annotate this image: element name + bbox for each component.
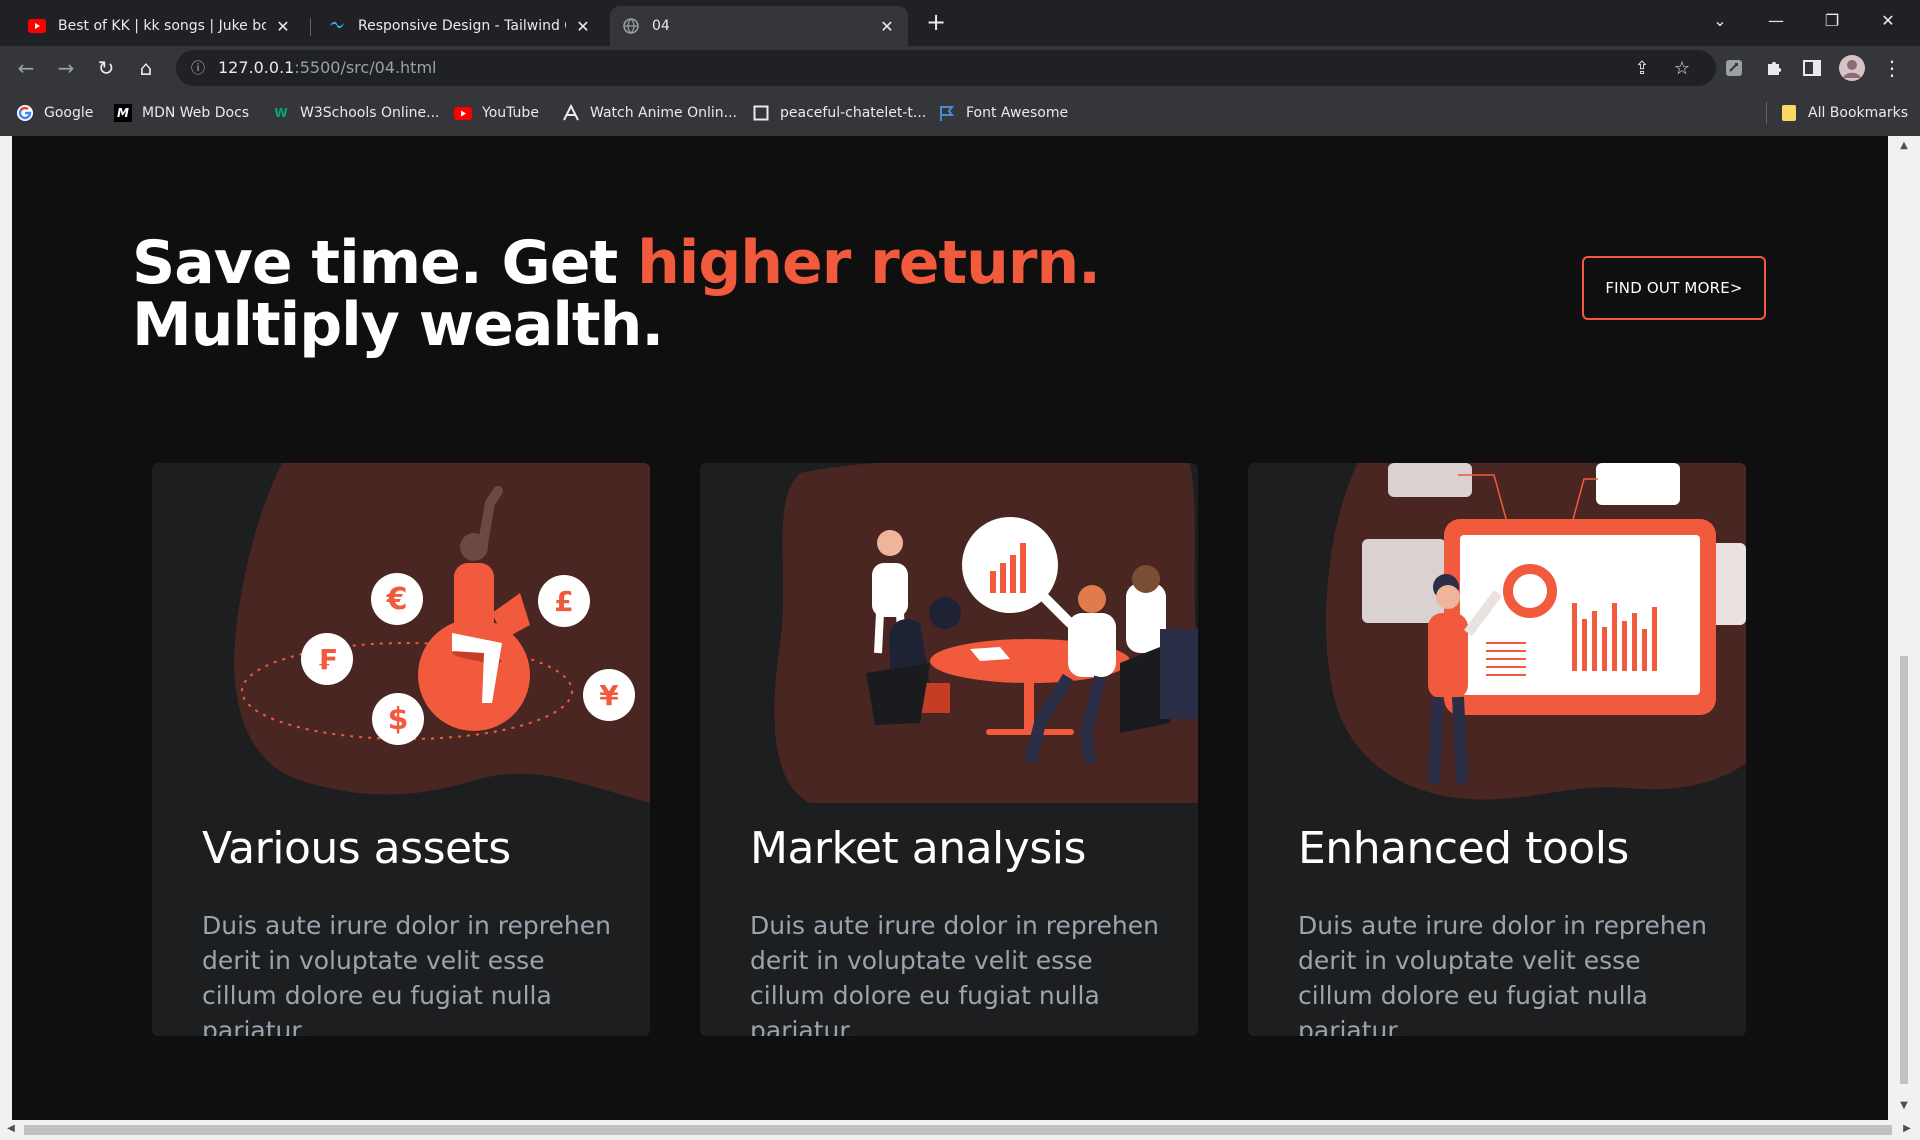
tab-active[interactable]: 04 ✕	[610, 6, 908, 46]
all-bookmarks[interactable]: All Bookmarks	[1780, 102, 1908, 124]
home-icon[interactable]: ⌂	[130, 52, 162, 84]
restore-icon[interactable]: ❐	[1804, 0, 1860, 40]
bookmark-font-awesome[interactable]: Font Awesome	[938, 102, 1068, 124]
scroll-thumb[interactable]	[24, 1125, 1892, 1135]
scroll-left-icon[interactable]: ◀	[4, 1123, 18, 1137]
forward-icon[interactable]: →	[50, 52, 82, 84]
bookmarks-bar: Google M MDN Web Docs W W3Schools Online…	[0, 90, 1920, 137]
bookmark-google[interactable]: Google	[16, 102, 93, 124]
card-enhanced-tools: Enhanced tools Duis aute irure dolor in …	[1248, 463, 1746, 1036]
minimize-icon[interactable]: —	[1748, 0, 1804, 40]
back-icon[interactable]: ←	[10, 52, 42, 84]
tailwind-icon	[328, 17, 346, 35]
reload-icon[interactable]: ↻	[90, 52, 122, 84]
vertical-scrollbar[interactable]: ▲ ▼	[1888, 136, 1920, 1120]
extension-icon[interactable]	[1718, 52, 1750, 84]
bookmark-anime[interactable]: Watch Anime Onlin...	[562, 102, 737, 124]
horizontal-scrollbar[interactable]: ◀ ▶	[0, 1120, 1920, 1140]
folder-icon	[1780, 104, 1798, 122]
svg-text:€: €	[386, 582, 408, 617]
close-icon[interactable]: ✕	[274, 17, 292, 36]
card-text: Duis aute irure dolor in reprehen derit …	[750, 911, 1159, 1036]
browser-toolbar: ← → ↻ ⌂ ⓘ 127.0.0.1:5500/src/04.html ⇪ ☆…	[0, 46, 1920, 90]
info-icon[interactable]: ⓘ	[188, 58, 208, 78]
youtube-icon	[454, 104, 472, 122]
url-text[interactable]: 127.0.0.1:5500/src/04.html	[218, 58, 436, 77]
anime-icon	[562, 104, 580, 122]
youtube-icon	[28, 17, 46, 35]
scroll-up-icon[interactable]: ▲	[1896, 140, 1912, 156]
card-title: Various assets	[202, 823, 511, 874]
card-text: Duis aute irure dolor in reprehen derit …	[1298, 911, 1707, 1036]
google-icon	[16, 104, 34, 122]
tab-divider	[310, 18, 311, 36]
globe-icon	[622, 17, 640, 35]
close-icon[interactable]: ✕	[574, 17, 592, 36]
puzzle-icon[interactable]	[1758, 52, 1790, 84]
card-various-assets: € £ ₣ $ ¥ Various assets Duis aute irure…	[152, 463, 650, 1036]
flag-icon	[938, 104, 956, 122]
avatar[interactable]	[1836, 52, 1868, 84]
svg-text:₣: ₣	[317, 643, 336, 676]
new-tab-button[interactable]: +	[920, 6, 952, 38]
tab-strip: Best of KK | kk songs | Juke box | ✕ Res…	[0, 0, 1920, 46]
tools-illustration	[1326, 463, 1746, 800]
svg-text:¥: ¥	[599, 679, 619, 712]
bookmark-mdn[interactable]: M MDN Web Docs	[114, 102, 249, 124]
page-viewport: Save time. Get higher return. Multiply w…	[12, 136, 1888, 1120]
find-out-more-button[interactable]: FIND OUT MORE>	[1582, 256, 1766, 320]
tab-search-icon[interactable]: ⌄	[1692, 0, 1748, 40]
card-title: Enhanced tools	[1298, 823, 1629, 874]
tab-title: 04	[652, 18, 670, 34]
card-text: Duis aute irure dolor in reprehen derit …	[202, 911, 611, 1036]
mdn-icon: M	[114, 104, 132, 122]
card-market-analysis: Market analysis Duis aute irure dolor in…	[700, 463, 1198, 1036]
scroll-right-icon[interactable]: ▶	[1900, 1123, 1914, 1137]
assets-illustration: € £ ₣ $ ¥	[234, 463, 650, 803]
hero-title-accent: higher return.	[637, 228, 1101, 298]
scroll-thumb[interactable]	[1900, 656, 1908, 1084]
page-edge	[0, 136, 12, 1120]
w3schools-icon: W	[274, 106, 288, 120]
side-panel-icon[interactable]	[1796, 52, 1828, 84]
menu-icon[interactable]: ⋮	[1876, 52, 1908, 84]
page-icon	[752, 104, 770, 122]
card-title: Market analysis	[750, 823, 1086, 874]
address-bar[interactable]: ⓘ 127.0.0.1:5500/src/04.html ⇪ ☆	[176, 50, 1716, 86]
svg-text:£: £	[554, 585, 573, 618]
star-icon[interactable]: ☆	[1670, 56, 1694, 80]
tab-title: Responsive Design - Tailwind CSS	[358, 18, 566, 34]
market-illustration	[774, 463, 1198, 803]
hero-title: Save time. Get higher return. Multiply w…	[132, 228, 1101, 360]
scroll-down-icon[interactable]: ▼	[1896, 1100, 1912, 1116]
bookmark-page[interactable]: peaceful-chatelet-t...	[752, 102, 926, 124]
bookmark-youtube[interactable]: YouTube	[454, 102, 539, 124]
bookmark-w3schools[interactable]: W W3Schools Online...	[272, 102, 439, 124]
bookmarks-divider	[1766, 102, 1767, 124]
close-icon[interactable]: ✕	[878, 17, 896, 36]
tab-tailwind[interactable]: Responsive Design - Tailwind CSS ✕	[316, 6, 604, 46]
tab-youtube[interactable]: Best of KK | kk songs | Juke box | ✕	[16, 6, 304, 46]
tab-title: Best of KK | kk songs | Juke box |	[58, 18, 266, 34]
share-icon[interactable]: ⇪	[1630, 56, 1654, 80]
svg-text:$: $	[388, 702, 409, 737]
close-window-icon[interactable]: ✕	[1860, 0, 1916, 40]
